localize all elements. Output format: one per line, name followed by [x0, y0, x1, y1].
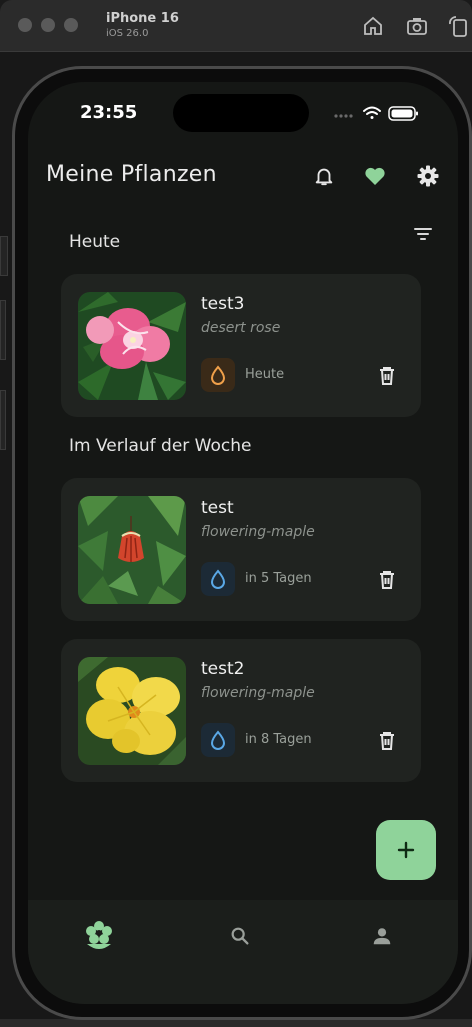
- plant-card[interactable]: test flowering-maple in 5 Tagen: [61, 478, 421, 621]
- plant-photo-flowering-maple-yellow: [78, 657, 186, 765]
- section-title-week: Im Verlauf der Woche: [69, 436, 252, 456]
- status-time: 23:55: [80, 102, 138, 123]
- plant-name: test3: [201, 294, 245, 314]
- app-screen: 23:55 Meine Pflanzen Heute test3 desert …: [28, 82, 458, 1004]
- plus-icon: [397, 841, 415, 859]
- trash-icon[interactable]: [375, 568, 399, 592]
- os-version: iOS 26.0: [106, 28, 149, 39]
- trash-icon[interactable]: [375, 364, 399, 388]
- profile-icon[interactable]: [366, 920, 398, 952]
- plant-photo-flowering-maple-red: [78, 496, 186, 604]
- simulator-toolbar: iPhone 16 iOS 26.0: [0, 0, 472, 52]
- status-icons: [332, 104, 422, 128]
- screenshot-icon[interactable]: [405, 14, 429, 38]
- wifi-icon: [363, 106, 381, 119]
- background-window-strip: [0, 1019, 472, 1027]
- close-window-button[interactable]: [18, 18, 32, 32]
- background-window-fragment: [0, 236, 8, 276]
- watering-due: in 8 Tagen: [245, 732, 312, 747]
- water-drop-icon[interactable]: [201, 723, 235, 757]
- plant-species: flowering-maple: [201, 685, 315, 701]
- home-icon[interactable]: [361, 14, 385, 38]
- bell-icon[interactable]: [312, 164, 336, 188]
- plant-name: test: [201, 498, 234, 518]
- plant-species: flowering-maple: [201, 524, 315, 540]
- heart-icon[interactable]: [363, 164, 387, 188]
- filter-icon[interactable]: [411, 222, 435, 246]
- gear-icon[interactable]: [416, 164, 440, 188]
- add-plant-button[interactable]: [376, 820, 436, 880]
- plant-name: test2: [201, 659, 245, 679]
- zoom-window-button[interactable]: [64, 18, 78, 32]
- signal-icon: [334, 114, 353, 118]
- watering-due: in 5 Tagen: [245, 571, 312, 586]
- water-drop-icon[interactable]: [201, 562, 235, 596]
- plant-species: desert rose: [201, 320, 281, 336]
- water-drop-icon[interactable]: [201, 358, 235, 392]
- background-window-fragment: [0, 300, 6, 360]
- section-title-today: Heute: [69, 232, 121, 252]
- device-name: iPhone 16: [106, 11, 179, 26]
- page-title: Meine Pflanzen: [46, 162, 217, 187]
- search-icon[interactable]: [224, 920, 256, 952]
- minimize-window-button[interactable]: [41, 18, 55, 32]
- bottom-navigation: [28, 900, 458, 1004]
- plant-photo-desert-rose: [78, 292, 186, 400]
- background-window-fragment: [0, 390, 6, 450]
- trash-icon[interactable]: [375, 729, 399, 753]
- dynamic-island: [173, 94, 309, 132]
- plant-card[interactable]: test3 desert rose Heute: [61, 274, 421, 417]
- rotate-icon[interactable]: [446, 14, 470, 38]
- plant-card[interactable]: test2 flowering-maple in 8 Tagen: [61, 639, 421, 782]
- battery-icon: [388, 106, 418, 121]
- plants-icon[interactable]: [83, 920, 115, 952]
- watering-due: Heute: [245, 367, 285, 382]
